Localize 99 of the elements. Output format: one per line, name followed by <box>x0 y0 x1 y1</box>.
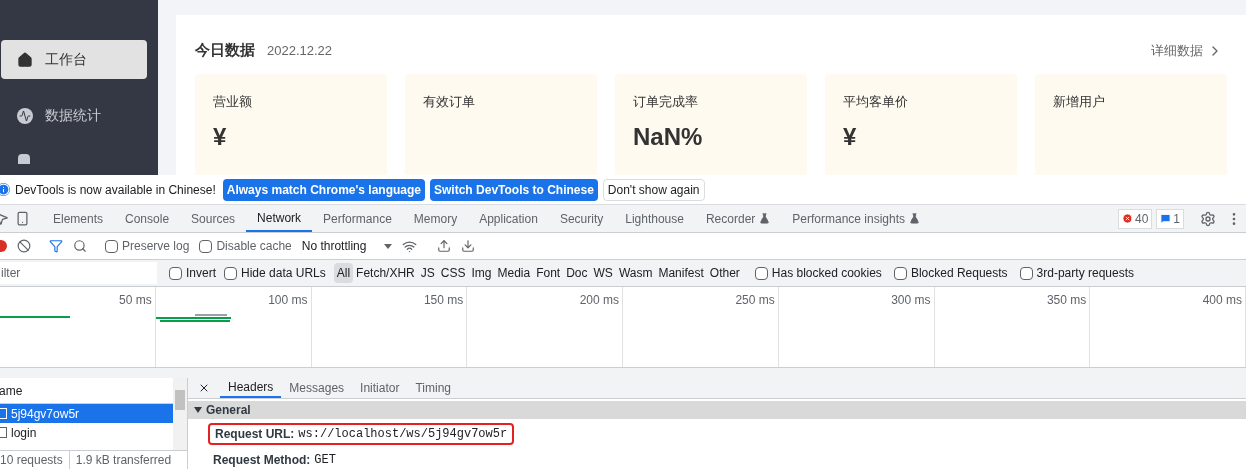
type-filter[interactable]: JS <box>417 263 438 283</box>
section-header[interactable]: General <box>188 401 1246 419</box>
message-count[interactable]: 1 <box>1156 208 1184 229</box>
transferred-size: 1.9 kB transferred <box>74 452 172 469</box>
section-title: 今日数据 <box>195 40 255 60</box>
checkbox-label: Disable cache <box>216 238 292 255</box>
stat-value: NaN% <box>633 122 703 152</box>
type-filter[interactable]: Manifest <box>655 263 707 283</box>
request-row[interactable]: 5j94gv7ow5r <box>0 404 173 423</box>
checkbox-label: Hide data URLs <box>241 265 326 282</box>
checkbox[interactable] <box>224 266 237 280</box>
chart-icon <box>17 107 33 124</box>
date-text: 2022.12.22 <box>267 42 333 60</box>
detail-tab[interactable]: Initiator <box>352 378 408 398</box>
stat-value: ¥ <box>843 122 857 152</box>
expand-arrow-icon <box>194 407 202 413</box>
devtools-tab[interactable]: Application <box>468 205 549 232</box>
checkbox[interactable] <box>169 266 182 280</box>
header-value: ws://localhost/ws/5j94gv7ow5r <box>298 426 508 443</box>
type-filter[interactable]: WS <box>590 263 616 283</box>
info-button[interactable]: Don't show again <box>602 178 705 201</box>
checkbox-label: Preserve log <box>122 238 190 255</box>
stat-label: 营业额 <box>213 92 253 111</box>
network-conditions-icon[interactable] <box>402 238 418 254</box>
checkbox-label: Blocked Requests <box>910 265 1008 282</box>
checkbox[interactable] <box>199 239 213 253</box>
time-tick: 200 ms <box>579 293 619 307</box>
devtools-tab[interactable]: Lighthouse <box>614 205 695 232</box>
stat-label: 有效订单 <box>423 92 476 111</box>
time-tick: 150 ms <box>423 293 464 307</box>
message-icon <box>1160 213 1172 224</box>
header-key: Request Method: <box>213 451 311 469</box>
error-count[interactable]: 40 <box>1117 208 1153 229</box>
error-icon <box>1121 213 1133 224</box>
time-tick: 250 ms <box>735 293 775 307</box>
header-key: Request URL: <box>215 425 295 443</box>
checkbox-label: 3rd-party requests <box>1036 265 1134 282</box>
info-button[interactable]: Switch DevTools to Chinese <box>430 178 598 201</box>
devtools-tab[interactable]: Performance <box>312 205 403 232</box>
devtools-tab[interactable]: Network <box>246 205 313 232</box>
flask-icon <box>759 213 771 224</box>
devtools-tab[interactable]: Elements <box>42 205 115 232</box>
dropdown-arrow-icon <box>384 243 393 249</box>
type-filter[interactable]: Doc <box>563 263 591 283</box>
close-icon[interactable] <box>198 382 210 394</box>
checkbox[interactable] <box>754 266 768 280</box>
type-filter[interactable]: Fetch/XHR <box>353 263 418 283</box>
filter-icon[interactable] <box>49 239 63 253</box>
request-row[interactable]: login <box>0 423 173 442</box>
time-tick: 400 ms <box>1202 293 1242 307</box>
scrollbar[interactable] <box>173 378 187 450</box>
device-icon[interactable] <box>15 211 30 226</box>
checkbox[interactable] <box>893 266 907 280</box>
stat-label: 订单完成率 <box>633 92 699 111</box>
detail-tab[interactable]: Timing <box>407 378 459 398</box>
settings-icon[interactable] <box>1200 210 1216 227</box>
devtools-tab[interactable]: Sources <box>180 205 247 232</box>
type-filter[interactable]: All <box>333 263 354 283</box>
checkbox[interactable] <box>105 239 118 253</box>
devtools-tab[interactable]: Recorder <box>694 205 782 232</box>
checkbox-label: Invert <box>186 265 216 282</box>
search-icon[interactable] <box>73 239 87 253</box>
checkbox[interactable] <box>1019 266 1033 280</box>
info-message: DevTools is now available in Chinese! <box>15 181 216 199</box>
import-icon[interactable] <box>437 239 452 253</box>
details-link[interactable]: 详细数据 <box>1151 41 1223 61</box>
type-filter[interactable]: CSS <box>437 263 469 283</box>
devtools-tab[interactable]: Console <box>114 205 181 232</box>
header-value: GET <box>314 452 336 469</box>
detail-tab[interactable]: Headers <box>220 378 282 398</box>
type-filter[interactable]: Img <box>468 263 495 283</box>
filter-field[interactable]: ilter <box>0 262 157 284</box>
throttling-select[interactable]: No throttling <box>301 237 393 255</box>
home-icon <box>17 51 33 68</box>
devtools-tab[interactable]: Performance insights <box>781 205 932 232</box>
clear-icon[interactable] <box>17 239 31 253</box>
time-tick: 300 ms <box>891 293 931 307</box>
detail-tab[interactable]: Messages <box>281 378 353 398</box>
info-button[interactable]: Always match Chrome's language <box>222 178 426 201</box>
sidebar-item[interactable]: 数据统计 <box>1 96 147 135</box>
time-tick: 50 ms <box>119 293 152 307</box>
file-icon <box>0 408 7 419</box>
checkbox-label: Has blocked cookies <box>771 265 882 282</box>
stat-value: ¥ <box>213 122 227 152</box>
type-filter[interactable]: Font <box>533 263 564 283</box>
time-tick: 350 ms <box>1046 293 1087 307</box>
devtools-tab[interactable]: Security <box>548 205 615 232</box>
export-icon[interactable] <box>461 239 476 253</box>
time-tick: 100 ms <box>268 293 308 307</box>
type-filter[interactable]: Other <box>706 263 743 283</box>
file-icon <box>0 427 7 438</box>
devtools-tab[interactable]: Memory <box>402 205 469 232</box>
stat-label: 新增用户 <box>1053 92 1106 111</box>
type-filter[interactable]: Wasm <box>615 263 656 283</box>
stat-label: 平均客单价 <box>843 92 909 111</box>
type-filter[interactable]: Media <box>494 263 534 283</box>
flask-icon <box>909 213 921 224</box>
request-count: 10 requests <box>0 451 70 469</box>
sidebar-item[interactable]: 工作台 <box>1 40 147 79</box>
